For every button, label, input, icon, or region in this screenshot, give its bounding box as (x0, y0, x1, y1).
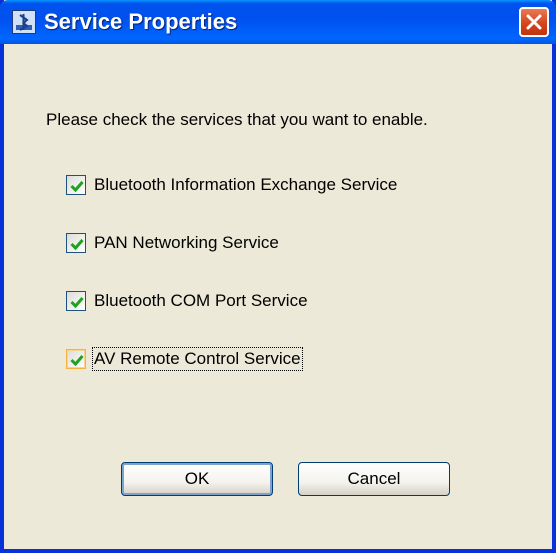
checkbox[interactable] (66, 175, 86, 195)
cancel-button[interactable]: Cancel (298, 462, 450, 496)
option-pan-networking[interactable]: PAN Networking Service (66, 231, 279, 255)
option-label: Bluetooth Information Exchange Service (94, 175, 398, 194)
window-title: Service Properties (44, 9, 238, 34)
checkbox[interactable] (66, 291, 86, 311)
ok-button[interactable]: OK (121, 462, 273, 496)
checkbox[interactable] (66, 233, 86, 253)
option-bluetooth-information-exchange[interactable]: Bluetooth Information Exchange Service (66, 173, 397, 197)
checkmark-icon (70, 355, 84, 367)
checkmark-icon (70, 239, 84, 251)
option-label: PAN Networking Service (94, 233, 279, 252)
option-bluetooth-com-port[interactable]: Bluetooth COM Port Service (66, 289, 308, 313)
checkbox[interactable] (66, 349, 86, 369)
bluetooth-app-icon (12, 10, 36, 34)
instruction-text: Please check the services that you want … (46, 110, 428, 129)
close-icon (526, 14, 542, 30)
checkmark-icon (70, 181, 84, 193)
title-bar[interactable]: Service Properties (0, 0, 556, 44)
service-properties-dialog: Service Properties Please check the serv… (0, 0, 556, 553)
option-av-remote-control[interactable]: AV Remote Control Service (66, 347, 303, 371)
option-label: Bluetooth COM Port Service (94, 291, 308, 310)
option-label: AV Remote Control Service (92, 347, 303, 371)
checkmark-icon (70, 297, 84, 309)
close-button[interactable] (519, 7, 549, 37)
